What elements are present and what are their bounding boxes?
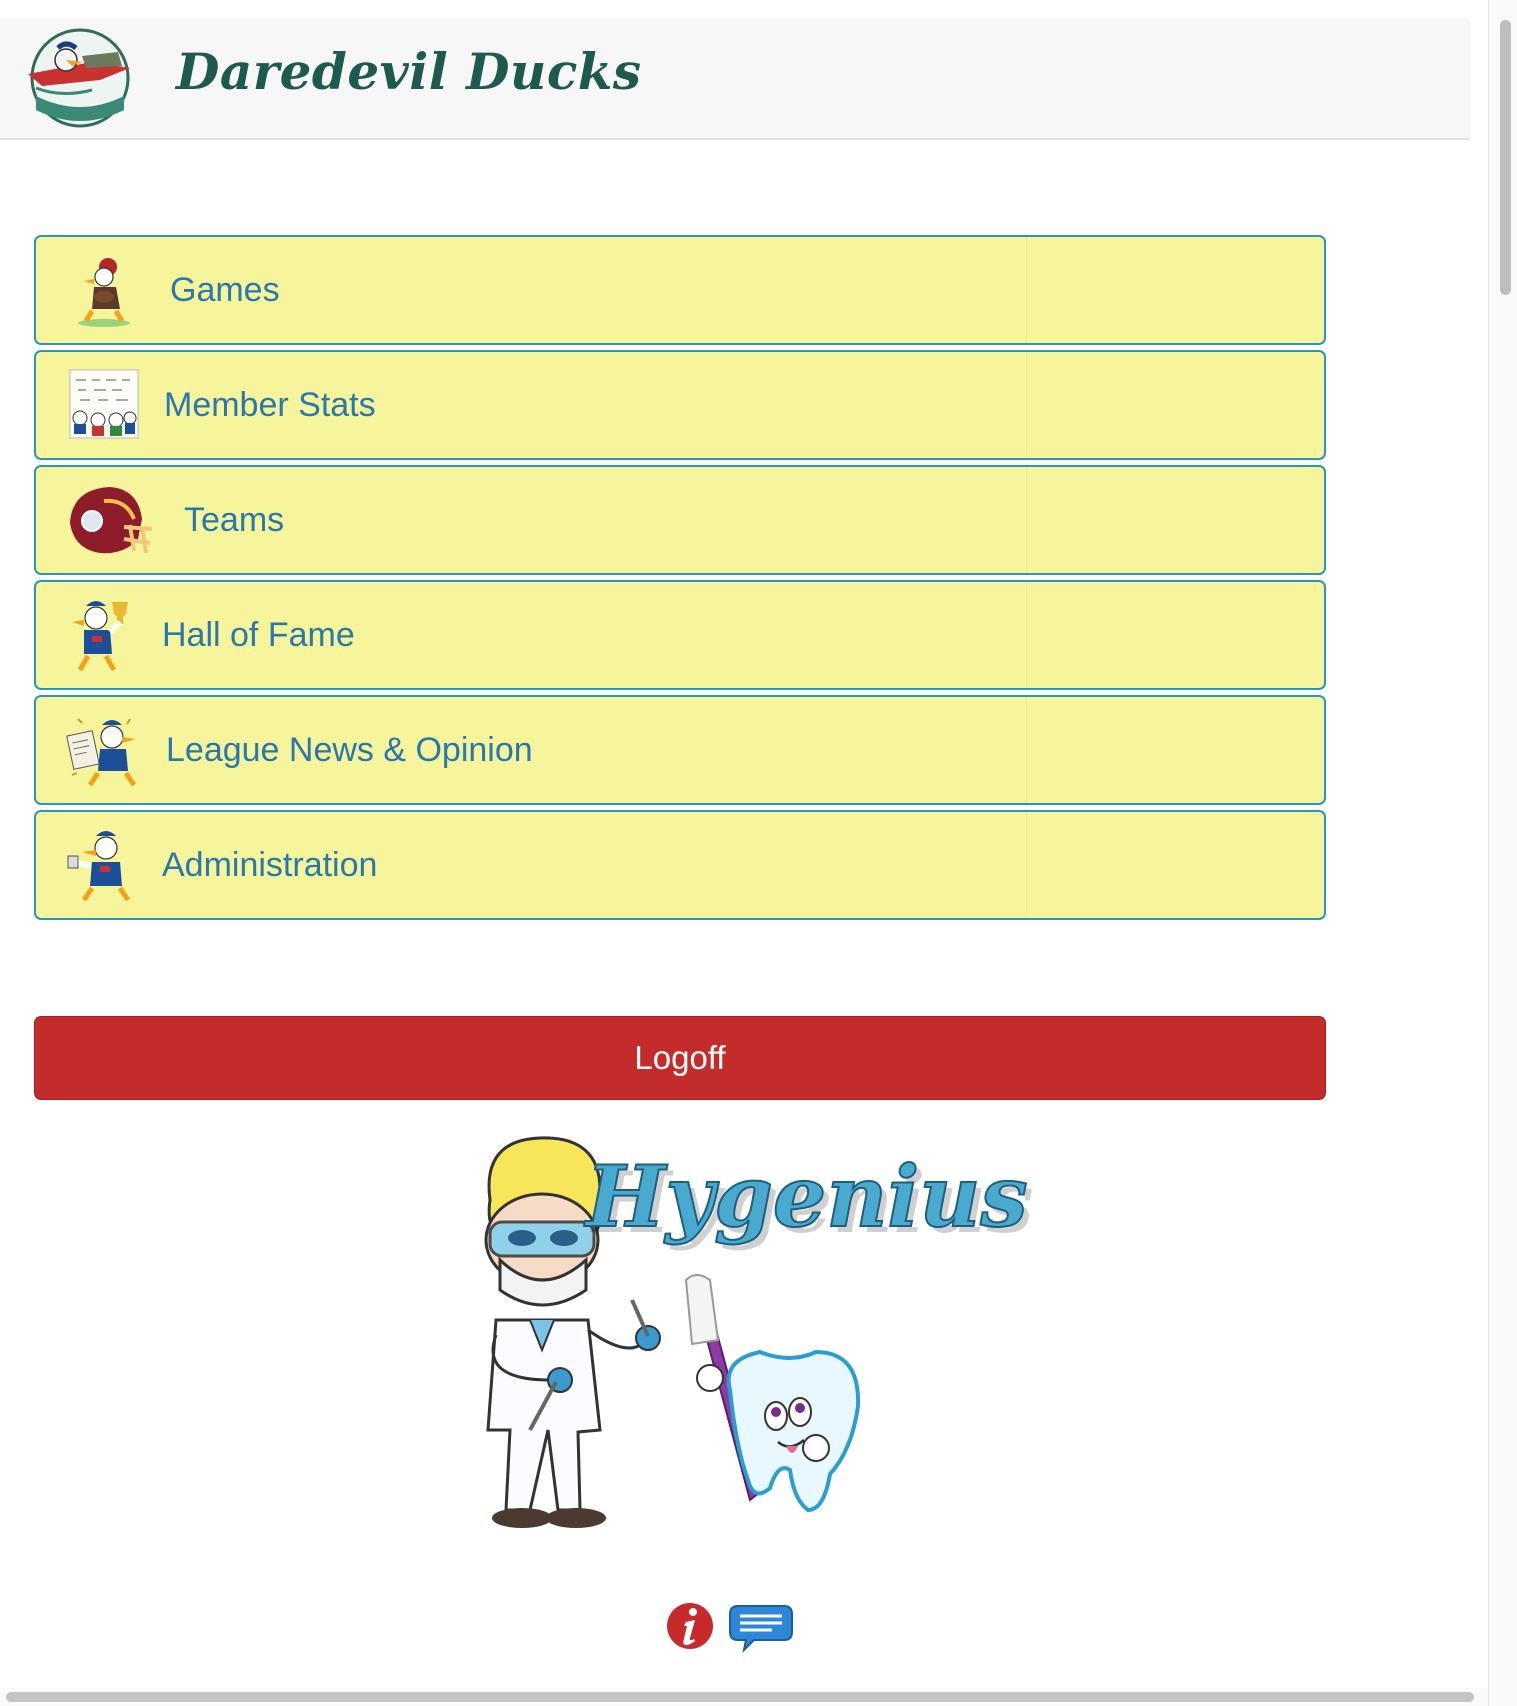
menu-item-administration[interactable]: Administration	[34, 810, 1326, 920]
logoff-button[interactable]: Logoff	[34, 1016, 1326, 1100]
menu-item-label: Hall of Fame	[162, 616, 355, 654]
menu-item-label: Member Stats	[164, 386, 376, 424]
main-menu: Games Member Stats Teams Hall of Fame Le…	[34, 235, 1326, 925]
ducks-chalkboard-icon	[69, 369, 139, 439]
site-logo[interactable]	[22, 26, 138, 130]
duck-admin-icon	[67, 831, 131, 902]
footer-icons	[666, 1598, 796, 1654]
duck-football-player-icon	[78, 258, 130, 327]
menu-item-hall-of-fame[interactable]: Hall of Fame	[34, 580, 1326, 690]
menu-divider	[1026, 582, 1027, 688]
site-header: Daredevil Ducks	[0, 18, 1470, 140]
menu-item-label: Administration	[162, 846, 378, 884]
svg-text:Hygenius: Hygenius	[584, 1147, 1028, 1246]
menu-item-label: Games	[170, 271, 280, 309]
menu-item-member-stats[interactable]: Member Stats	[34, 350, 1326, 460]
duck-trophy-icon	[72, 601, 128, 672]
tooth-illustration	[684, 1274, 861, 1513]
horizontal-scrollbar-thumb[interactable]	[6, 1692, 1474, 1702]
chat-icon[interactable]	[729, 1605, 793, 1654]
vertical-scrollbar-thumb[interactable]	[1500, 20, 1511, 295]
menu-item-league-news[interactable]: League News & Opinion	[34, 695, 1326, 805]
duck-newspaper-icon	[66, 718, 137, 787]
menu-item-games[interactable]: Games	[34, 235, 1326, 345]
menu-item-teams[interactable]: Teams	[34, 465, 1326, 575]
menu-divider	[1026, 467, 1027, 573]
hygenius-sponsor-logo[interactable]: Hygenius Hygenius	[460, 1130, 1060, 1570]
menu-divider	[1026, 352, 1027, 458]
site-title: Daredevil Ducks	[176, 42, 642, 101]
football-helmet-icon	[70, 487, 153, 554]
menu-item-label: League News & Opinion	[166, 731, 533, 769]
menu-divider	[1026, 812, 1027, 918]
menu-divider	[1026, 237, 1027, 343]
page: Daredevil Ducks Games Member Stats Teams…	[0, 0, 1494, 1690]
info-icon[interactable]	[667, 1603, 713, 1649]
top-strip	[0, 0, 1494, 18]
menu-item-label: Teams	[184, 501, 285, 539]
hygenius-wordmark: Hygenius Hygenius	[583, 1146, 1034, 1252]
menu-divider	[1026, 697, 1027, 803]
